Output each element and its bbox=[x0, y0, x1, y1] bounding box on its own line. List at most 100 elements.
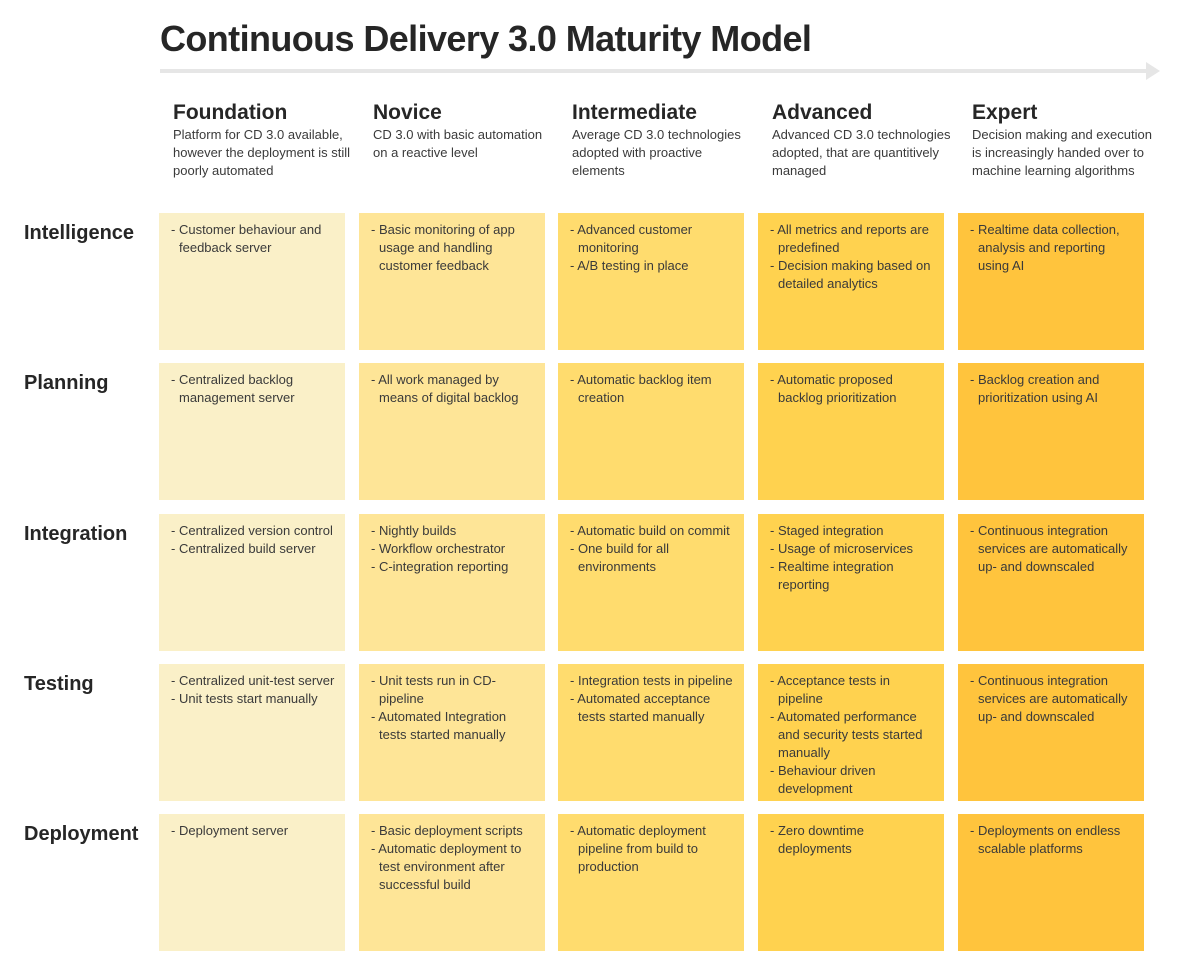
level-header-expert: Expert Decision making and execution is i… bbox=[972, 100, 1152, 180]
row-label-deployment: Deployment bbox=[24, 823, 139, 845]
level-description: Advanced CD 3.0 technologies adopted, th… bbox=[772, 127, 951, 178]
cell-intelligence-expert: Realtime data collection, analysis and r… bbox=[958, 213, 1144, 350]
list-item: Staged integration bbox=[770, 522, 934, 540]
cell-item-list: Continuous integration services are auto… bbox=[970, 522, 1134, 576]
list-item: Integration tests in pipeline bbox=[570, 672, 734, 690]
maturity-progression-arrow-icon bbox=[160, 62, 1160, 80]
cell-item-list: Basic deployment scriptsAutomatic deploy… bbox=[371, 822, 535, 894]
cell-item-list: Advanced customer monitoringA/B testing … bbox=[570, 221, 734, 275]
arrow-shaft bbox=[160, 69, 1146, 73]
cell-item-list: Deployments on endless scalable platform… bbox=[970, 822, 1134, 858]
list-item: Nightly builds bbox=[371, 522, 535, 540]
list-item: Customer behaviour and feedback server bbox=[171, 221, 335, 257]
cell-testing-foundation: Centralized unit-test serverUnit tests s… bbox=[159, 664, 345, 801]
cell-item-list: Acceptance tests in pipelineAutomated pe… bbox=[770, 672, 934, 798]
list-item: Automatic build on commit bbox=[570, 522, 734, 540]
list-item: Centralized unit-test server bbox=[171, 672, 335, 690]
cell-integration-expert: Continuous integration services are auto… bbox=[958, 514, 1144, 651]
list-item: C-integration reporting bbox=[371, 558, 535, 576]
list-item: Centralized build server bbox=[171, 540, 335, 558]
cell-deployment-expert: Deployments on endless scalable platform… bbox=[958, 814, 1144, 951]
list-item: Realtime integration reporting bbox=[770, 558, 934, 594]
cell-intelligence-novice: Basic monitoring of app usage and handli… bbox=[359, 213, 545, 350]
list-item: Acceptance tests in pipeline bbox=[770, 672, 934, 708]
list-item: Usage of microservices bbox=[770, 540, 934, 558]
list-item: Zero downtime deployments bbox=[770, 822, 934, 858]
list-item: Automatic deployment pipeline from build… bbox=[570, 822, 734, 876]
list-item: Automated performance and security tests… bbox=[770, 708, 934, 762]
row-label-testing: Testing bbox=[24, 673, 94, 695]
cell-item-list: Zero downtime deployments bbox=[770, 822, 934, 858]
level-header-intermediate: Intermediate Average CD 3.0 technologies … bbox=[572, 100, 752, 180]
list-item: Automatic proposed backlog prioritizatio… bbox=[770, 371, 934, 407]
cell-deployment-advanced: Zero downtime deployments bbox=[758, 814, 944, 951]
level-header-foundation: Foundation Platform for CD 3.0 available,… bbox=[173, 100, 353, 180]
cell-deployment-novice: Basic deployment scriptsAutomatic deploy… bbox=[359, 814, 545, 951]
list-item: Automated Integration tests started manu… bbox=[371, 708, 535, 744]
level-description: CD 3.0 with basic automation on a reacti… bbox=[373, 127, 543, 160]
list-item: Backlog creation and prioritization usin… bbox=[970, 371, 1134, 407]
list-item: Basic deployment scripts bbox=[371, 822, 535, 840]
cell-testing-intermediate: Integration tests in pipelineAutomated a… bbox=[558, 664, 744, 801]
list-item: Deployment server bbox=[171, 822, 335, 840]
list-item: Unit tests start manually bbox=[171, 690, 335, 708]
level-description: Average CD 3.0 technologies adopted with… bbox=[572, 127, 741, 178]
list-item: Deployments on endless scalable platform… bbox=[970, 822, 1134, 858]
cell-planning-novice: All work managed by means of digital bac… bbox=[359, 363, 545, 500]
list-item: Continuous integration services are auto… bbox=[970, 672, 1134, 726]
cell-item-list: Integration tests in pipelineAutomated a… bbox=[570, 672, 734, 726]
list-item: Workflow orchestrator bbox=[371, 540, 535, 558]
row-label-integration: Integration bbox=[24, 523, 128, 545]
list-item: Automated acceptance tests started manua… bbox=[570, 690, 734, 726]
cell-item-list: All work managed by means of digital bac… bbox=[371, 371, 535, 407]
cell-testing-expert: Continuous integration services are auto… bbox=[958, 664, 1144, 801]
cell-item-list: Centralized backlog management server bbox=[171, 371, 335, 407]
cell-deployment-foundation: Deployment server bbox=[159, 814, 345, 951]
cell-planning-foundation: Centralized backlog management server bbox=[159, 363, 345, 500]
cell-planning-expert: Backlog creation and prioritization usin… bbox=[958, 363, 1144, 500]
list-item: Centralized version control bbox=[171, 522, 335, 540]
cell-item-list: Centralized version controlCentralized b… bbox=[171, 522, 335, 558]
cell-planning-intermediate: Automatic backlog item creation bbox=[558, 363, 744, 500]
cell-item-list: Centralized unit-test serverUnit tests s… bbox=[171, 672, 335, 708]
cell-deployment-intermediate: Automatic deployment pipeline from build… bbox=[558, 814, 744, 951]
cell-testing-novice: Unit tests run in CD-pipelineAutomated I… bbox=[359, 664, 545, 801]
cell-item-list: Basic monitoring of app usage and handli… bbox=[371, 221, 535, 275]
level-header-advanced: Advanced Advanced CD 3.0 technologies ado… bbox=[772, 100, 952, 180]
level-name: Expert bbox=[972, 101, 1038, 124]
cell-item-list: Nightly buildsWorkflow orchestratorC-int… bbox=[371, 522, 535, 576]
list-item: Realtime data collection, analysis and r… bbox=[970, 221, 1134, 275]
level-name: Novice bbox=[373, 101, 442, 124]
list-item: Basic monitoring of app usage and handli… bbox=[371, 221, 535, 275]
list-item: All metrics and reports are predefined bbox=[770, 221, 934, 257]
cell-item-list: Automatic build on commitOne build for a… bbox=[570, 522, 734, 576]
level-name: Intermediate bbox=[572, 101, 697, 124]
row-label-planning: Planning bbox=[24, 372, 109, 394]
list-item: Advanced customer monitoring bbox=[570, 221, 734, 257]
cell-item-list: All metrics and reports are predefinedDe… bbox=[770, 221, 934, 293]
list-item: One build for all environments bbox=[570, 540, 734, 576]
list-item: A/B testing in place bbox=[570, 257, 734, 275]
row-label-intelligence: Intelligence bbox=[24, 222, 135, 244]
cell-item-list: Continuous integration services are auto… bbox=[970, 672, 1134, 726]
cell-item-list: Automatic backlog item creation bbox=[570, 371, 734, 407]
list-item: Automatic deployment to test environment… bbox=[371, 840, 535, 894]
cell-intelligence-foundation: Customer behaviour and feedback server bbox=[159, 213, 345, 350]
level-description: Platform for CD 3.0 available, however t… bbox=[173, 127, 351, 178]
list-item: Unit tests run in CD-pipeline bbox=[371, 672, 535, 708]
cell-item-list: Unit tests run in CD-pipelineAutomated I… bbox=[371, 672, 535, 744]
cell-testing-advanced: Acceptance tests in pipelineAutomated pe… bbox=[758, 664, 944, 801]
cell-item-list: Realtime data collection, analysis and r… bbox=[970, 221, 1134, 275]
cell-integration-foundation: Centralized version controlCentralized b… bbox=[159, 514, 345, 651]
level-description: Decision making and execution is increas… bbox=[972, 127, 1152, 178]
cell-item-list: Backlog creation and prioritization usin… bbox=[970, 371, 1134, 407]
level-name: Advanced bbox=[772, 101, 873, 124]
arrow-head bbox=[1146, 62, 1160, 80]
list-item: Continuous integration services are auto… bbox=[970, 522, 1134, 576]
page-title: Continuous Delivery 3.0 Maturity Model bbox=[160, 18, 812, 59]
cell-integration-advanced: Staged integrationUsage of microservices… bbox=[758, 514, 944, 651]
cell-integration-novice: Nightly buildsWorkflow orchestratorC-int… bbox=[359, 514, 545, 651]
level-name: Foundation bbox=[173, 101, 288, 124]
level-header-novice: Novice CD 3.0 with basic automation on a … bbox=[373, 100, 553, 162]
list-item: Behaviour driven development bbox=[770, 762, 934, 798]
